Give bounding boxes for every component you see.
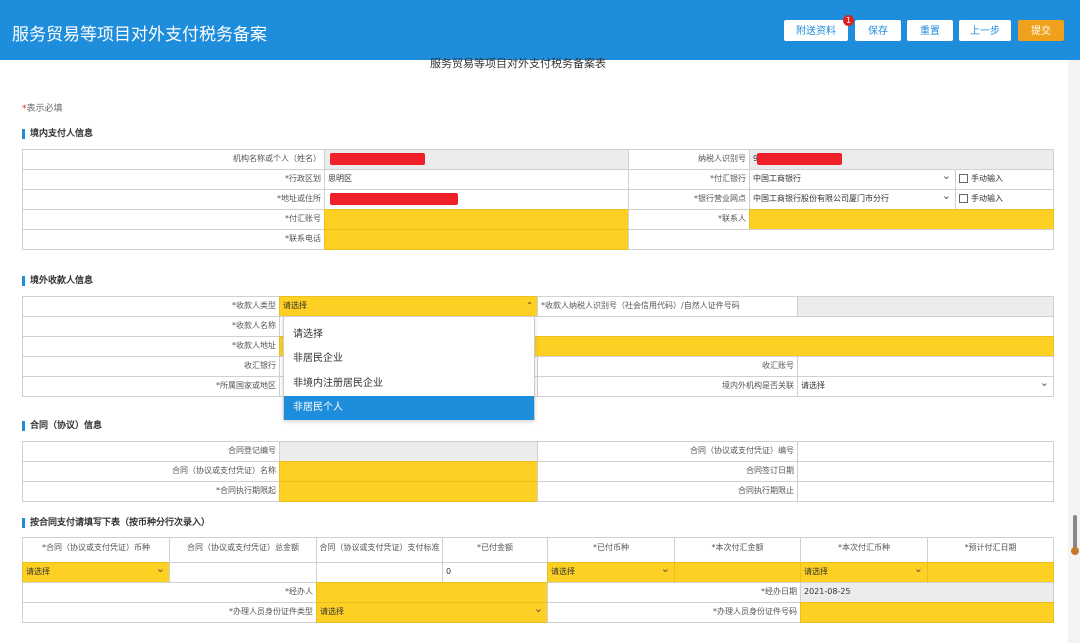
contact-input[interactable] <box>749 209 1054 230</box>
manual-label: 手动输入 <box>971 174 1003 183</box>
col-header: 合同（协议或支付凭证）总金额 <box>169 537 317 563</box>
contact-label: *联系人 <box>628 209 750 230</box>
remit-bank-select[interactable]: 中国工商银行 <box>749 169 956 190</box>
payee-type-dropdown: 请选择 非居民企业 非境内注册居民企业 非居民个人 <box>283 316 535 420</box>
contract-no-input[interactable] <box>797 441 1054 462</box>
branch-select[interactable]: 中国工商银行股份有限公司厦门市分行 <box>749 189 956 210</box>
payee-type-value: 请选择 <box>283 301 307 310</box>
contract-name-input[interactable] <box>279 461 538 482</box>
col-header: 合同（协议或支付凭证）支付标准 <box>316 537 443 563</box>
sign-date-input[interactable] <box>797 461 1054 482</box>
form-title: 服务贸易等项目对外支付税务备案表 <box>430 57 606 70</box>
start-date-input[interactable] <box>279 481 538 502</box>
save-button[interactable]: 保存 <box>855 20 901 41</box>
checkbox[interactable] <box>959 194 968 203</box>
empty-cell <box>628 229 1054 250</box>
region-label: *行政区划 <box>22 169 325 190</box>
section-payer-title: 境内支付人信息 <box>22 129 93 139</box>
payee-idno-input[interactable] <box>797 296 1054 317</box>
currency-select[interactable]: 请选择 <box>22 562 170 583</box>
checkbox[interactable] <box>959 174 968 183</box>
attach-button[interactable]: 附送资料 <box>784 20 848 41</box>
payee-type-select[interactable]: 请选择 ⌃ <box>279 296 538 317</box>
pay-standard-input[interactable] <box>316 562 443 583</box>
dropdown-option-selected[interactable]: 非居民个人 <box>284 396 534 420</box>
region-field[interactable]: 思明区 <box>324 169 629 190</box>
payee-idno-label: *收款人纳税人识别号（社会信用代码）/自然人证件号码 <box>537 296 798 317</box>
scrollbar[interactable] <box>1068 60 1080 643</box>
payee-bank-label: 收汇银行 <box>22 356 280 377</box>
account-label: *付汇账号 <box>22 209 325 230</box>
payee-name-label: *收款人名称 <box>22 316 280 337</box>
section-contract-title: 合同（协议）信息 <box>22 421 102 431</box>
phone-input[interactable] <box>324 229 629 250</box>
app-title: 服务贸易等项目对外支付税务备案 <box>12 25 267 45</box>
related-label: 境内外机构是否关联 <box>537 376 798 397</box>
payee-type-label: *收款人类型 <box>22 296 280 317</box>
this-amount-input[interactable] <box>674 562 801 583</box>
payee-addr-label: *收款人地址 <box>22 336 280 357</box>
contract-no-label: 合同（协议或支付凭证）编号 <box>537 441 798 462</box>
col-header: *本次付汇金额 <box>674 537 801 563</box>
col-header: *已付币种 <box>547 537 675 563</box>
scroll-handle[interactable] <box>1071 547 1079 555</box>
country-label: *所属国家或地区 <box>22 376 280 397</box>
start-date-label: *合同执行期限起 <box>22 481 280 502</box>
reset-button[interactable]: 重置 <box>907 20 953 41</box>
payer-name-label: 机构名称或个人（姓名） <box>22 149 325 170</box>
total-amount-input[interactable] <box>169 562 317 583</box>
idtype-select[interactable]: 请选择 <box>316 602 548 623</box>
idno-input[interactable] <box>800 602 1054 623</box>
handler-label: *经办人 <box>22 582 317 603</box>
end-date-label: 合同执行期限止 <box>537 481 798 502</box>
contract-reg-label: 合同登记编号 <box>22 441 280 462</box>
account-input[interactable] <box>324 209 629 230</box>
col-header: *已付金额 <box>442 537 548 563</box>
required-note: *表示必填 <box>22 101 63 114</box>
bank-manual-toggle[interactable]: 手动输入 <box>955 169 1054 190</box>
redaction-mark <box>330 153 425 165</box>
handle-date-label: *经办日期 <box>547 582 801 603</box>
redaction-mark <box>757 153 842 165</box>
contract-reg-input[interactable] <box>279 441 538 462</box>
idtype-label: *办理人员身份证件类型 <box>22 602 317 623</box>
idno-label: *办理人员身份证件号码 <box>547 602 801 623</box>
expected-date-input[interactable] <box>927 562 1054 583</box>
end-date-input[interactable] <box>797 481 1054 502</box>
branch-label: *银行营业网点 <box>628 189 750 210</box>
branch-manual-toggle[interactable]: 手动输入 <box>955 189 1054 210</box>
chevron-up-icon: ⌃ <box>526 301 533 310</box>
payee-acct-label: 收汇账号 <box>537 356 798 377</box>
handler-input[interactable] <box>316 582 548 603</box>
dropdown-option[interactable]: 非居民企业 <box>284 347 534 371</box>
this-currency-select[interactable]: 请选择 <box>800 562 928 583</box>
phone-label: *联系电话 <box>22 229 325 250</box>
related-select[interactable]: 请选择 <box>797 376 1054 397</box>
payer-taxid-label: 纳税人识别号 <box>628 149 750 170</box>
contract-name-label: 合同（协议或支付凭证）名称 <box>22 461 280 482</box>
submit-button[interactable]: 提交 <box>1018 20 1064 41</box>
col-header: *预计付汇日期 <box>927 537 1054 563</box>
col-header: *合同（协议或支付凭证）币种 <box>22 537 170 563</box>
notification-badge: 1 <box>843 15 854 26</box>
app-header: 服务贸易等项目对外支付税务备案 附送资料 1 保存 重置 上一步 提交 <box>0 0 1080 60</box>
required-text: 表示必填 <box>26 104 63 114</box>
prev-button[interactable]: 上一步 <box>959 20 1011 41</box>
handle-date-input[interactable]: 2021-08-25 <box>800 582 1054 603</box>
redaction-mark <box>330 193 458 205</box>
paid-currency-select[interactable]: 请选择 <box>547 562 675 583</box>
address-label: *地址或住所 <box>22 189 325 210</box>
payee-acct-input[interactable] <box>797 356 1054 377</box>
section-payee-title: 境外收款人信息 <box>22 276 93 286</box>
remit-bank-label: *付汇银行 <box>628 169 750 190</box>
col-header: *本次付汇币种 <box>800 537 928 563</box>
sign-date-label: 合同签订日期 <box>537 461 798 482</box>
dropdown-option[interactable]: 请选择 <box>284 323 534 347</box>
dropdown-option[interactable]: 非境内注册居民企业 <box>284 372 534 396</box>
section-payment-title: 按合同支付请填写下表（按币种分行次录入） <box>22 518 210 528</box>
manual-label: 手动输入 <box>971 194 1003 203</box>
paid-amount-input[interactable]: 0 <box>442 562 548 583</box>
